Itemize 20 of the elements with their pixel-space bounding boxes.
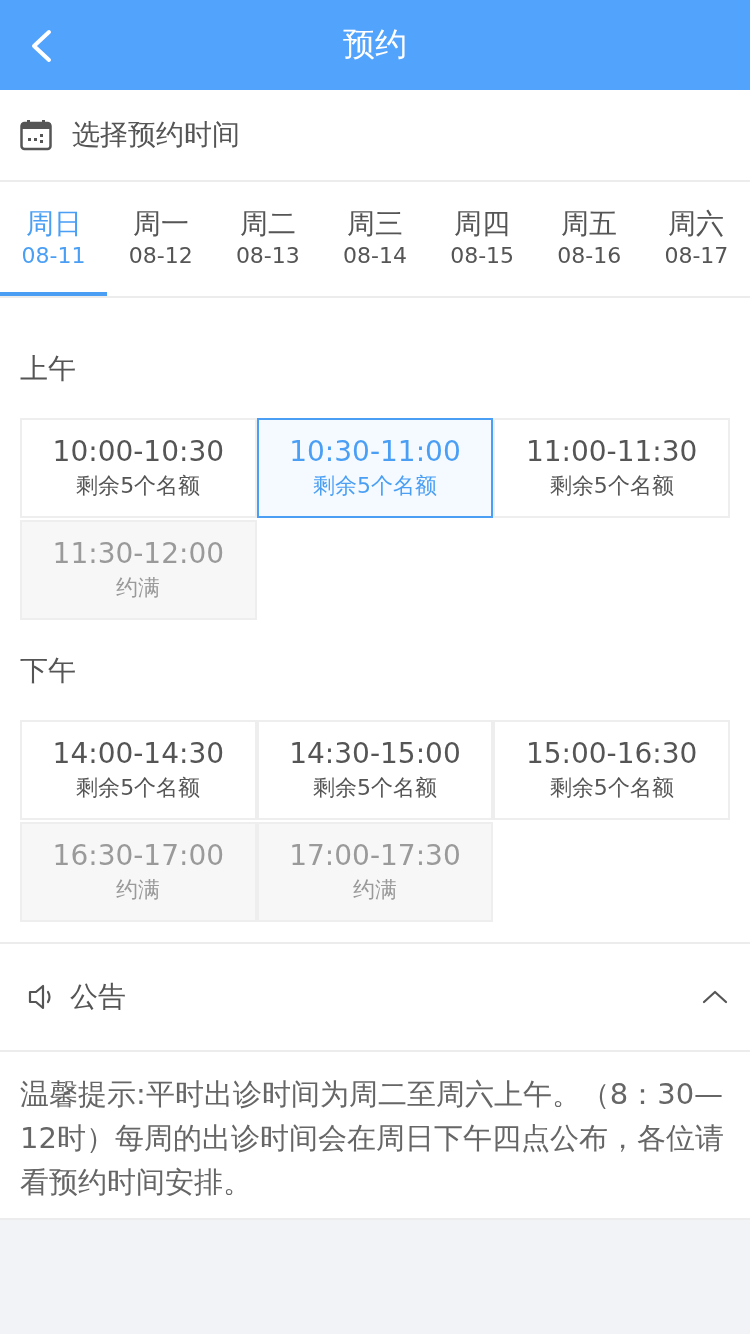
page-title: 预约 (343, 24, 407, 65)
time-slot[interactable]: 11:00-11:30 剩余5个名额 (493, 418, 730, 518)
period-label: 上午 (20, 351, 77, 387)
chevron-up-icon[interactable] (702, 990, 728, 1004)
time-slot[interactable]: 15:00-16:30 剩余5个名额 (493, 720, 730, 820)
notice-text: 温馨提示:平时出诊时间为周二至周六上午。（8：30—12时）每周的出诊时间会在周日下午四点公布，各位请看预约时间安排。 (20, 1076, 725, 1201)
day-tab[interactable]: 周五 08-16 (535, 182, 643, 296)
time-slot[interactable]: 14:30-15:00 剩余5个名额 (256, 720, 494, 820)
time-slot[interactable]: 10:00-10:30 剩余5个名额 (20, 418, 257, 518)
notice-title: 公告 (70, 979, 127, 1015)
section-title: 选择预约时间 (72, 117, 240, 153)
day-tab[interactable]: 周一 08-12 (107, 182, 215, 296)
day-tab[interactable]: 周六 08-17 (642, 182, 750, 296)
calendar-icon (20, 119, 52, 151)
period-label: 下午 (20, 653, 77, 689)
time-slot[interactable]: 14:00-14:30 剩余5个名额 (20, 720, 257, 820)
day-tab[interactable]: 周四 08-15 (428, 182, 536, 296)
back-icon[interactable] (30, 29, 52, 63)
day-tab[interactable]: 周二 08-13 (214, 182, 322, 296)
day-tab[interactable]: 周三 08-14 (321, 182, 429, 296)
